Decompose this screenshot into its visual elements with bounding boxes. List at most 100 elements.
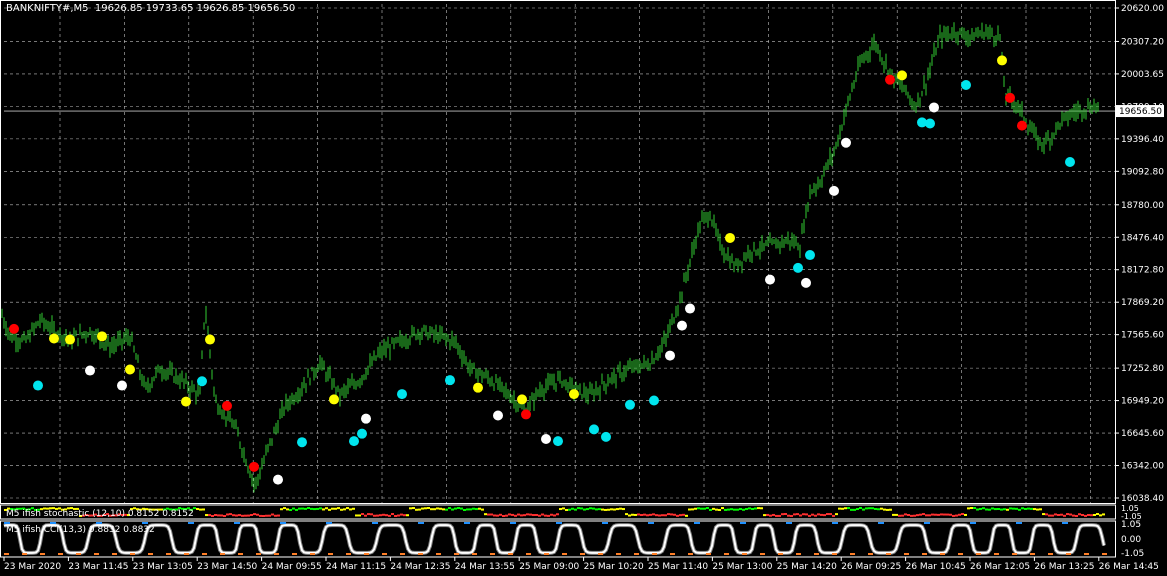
stochastic-segment xyxy=(256,513,259,516)
signal-dot-cyan xyxy=(1065,157,1075,168)
stochastic-segment xyxy=(544,514,547,517)
time-tick-label: 26 Mar 09:25 xyxy=(841,562,901,572)
symbol-label: BANKNIFTY#,M5 xyxy=(6,3,89,14)
signal-dot-white xyxy=(361,413,371,424)
stochastic-segment xyxy=(934,513,937,516)
stochastic-segment xyxy=(1087,514,1090,517)
cci-marker-orange xyxy=(724,553,729,555)
cci-marker-orange xyxy=(220,553,225,555)
signal-dot-cyan xyxy=(445,375,455,386)
stochastic-segment xyxy=(688,508,691,511)
cci-marker-orange xyxy=(472,553,477,555)
stochastic-segment xyxy=(943,513,946,516)
stochastic-segment xyxy=(739,507,742,510)
chart-header: BANKNIFTY#,M5 19626.85 19733.65 19626.85… xyxy=(6,3,295,14)
cci-marker-blue xyxy=(188,522,194,524)
cci-marker-orange xyxy=(436,553,441,555)
stochastic-segment xyxy=(607,508,610,511)
signal-dot-red xyxy=(1005,92,1015,103)
stochastic-segment xyxy=(814,514,817,517)
stochastic-segment xyxy=(469,508,472,511)
stochastic-segment xyxy=(1006,508,1009,511)
stochastic-segment xyxy=(841,507,844,510)
stochastic-segment xyxy=(670,513,673,516)
signal-dot-white xyxy=(841,137,851,148)
signal-dot-white xyxy=(801,277,811,288)
stochastic-segment xyxy=(1039,508,1042,511)
stochastic-segment xyxy=(772,513,775,516)
stochastic-segment xyxy=(604,508,607,511)
signal-dot-red xyxy=(249,461,259,472)
stochastic-segment xyxy=(445,508,448,511)
stochastic-segment xyxy=(289,508,292,511)
cci-marker-orange xyxy=(1084,553,1089,555)
stochastic-segment xyxy=(385,514,388,517)
price-tick-label: 19092.80 xyxy=(1121,167,1164,177)
stochastic-segment xyxy=(982,507,985,510)
stochastic-segment xyxy=(214,513,217,516)
stochastic-segment xyxy=(1078,513,1081,516)
cci-marker-blue xyxy=(694,522,700,524)
stochastic-segment xyxy=(1030,507,1033,510)
stochastic-segment xyxy=(346,507,349,510)
time-tick-label: 25 Mar 09:00 xyxy=(519,562,579,572)
signal-dot-white xyxy=(765,274,775,285)
stochastic-segment xyxy=(418,508,421,511)
stochastic-segment xyxy=(916,514,919,517)
cci-marker-blue xyxy=(418,522,424,524)
stochastic-segment xyxy=(1060,513,1063,516)
stochastic-segment xyxy=(367,513,370,516)
stochastic-segment xyxy=(952,514,955,517)
stochastic-segment xyxy=(571,507,574,510)
cci-marker-blue xyxy=(602,522,608,524)
stochastic-segment xyxy=(373,514,376,517)
stochastic-segment xyxy=(895,513,898,516)
stochastic-segment xyxy=(442,508,445,511)
cci-marker-orange xyxy=(292,553,297,555)
stochastic-segment xyxy=(1027,507,1030,510)
cci-marker-orange xyxy=(976,553,981,555)
stochastic-segment xyxy=(457,507,460,510)
stochastic-segment xyxy=(925,514,928,517)
stochastic-segment xyxy=(1000,508,1003,511)
signal-dot-white xyxy=(273,474,283,485)
stochastic-segment xyxy=(742,508,745,511)
stochastic-segment xyxy=(598,508,601,511)
price-tick-label: 16342.00 xyxy=(1121,462,1164,472)
signal-dot-cyan xyxy=(397,389,407,400)
trading-chart-canvas[interactable]: 20620.0020307.2020003.6519700.1019396.40… xyxy=(0,0,1167,576)
stochastic-segment xyxy=(403,514,406,517)
stochastic-segment xyxy=(340,508,343,511)
stochastic-segment xyxy=(1024,507,1027,510)
current-price-label: 19656.50 xyxy=(1119,107,1162,117)
stochastic-segment xyxy=(505,514,508,517)
stochastic-segment xyxy=(940,513,943,516)
cci-marker-orange xyxy=(4,553,9,555)
stochastic-segment xyxy=(601,508,604,511)
stochastic-segment xyxy=(1015,507,1018,510)
stochastic-segment xyxy=(379,514,382,517)
cci-marker-orange xyxy=(904,553,909,555)
stochastic-segment xyxy=(886,508,889,511)
cci-marker-blue xyxy=(280,522,286,524)
cci-marker-orange xyxy=(490,553,495,555)
stochastic-segment xyxy=(682,513,685,516)
cci-marker-orange xyxy=(22,553,27,555)
cci-marker-orange xyxy=(598,553,603,555)
stochastic-segment xyxy=(202,508,205,511)
signal-dot-cyan xyxy=(33,380,43,391)
stochastic-segment xyxy=(880,507,883,510)
signal-dot-white xyxy=(493,410,503,421)
stochastic-segment xyxy=(286,508,289,511)
stochastic-segment xyxy=(760,507,763,510)
stochastic-segment xyxy=(550,513,553,516)
stochastic-segment xyxy=(229,513,232,516)
stochastic-segment xyxy=(724,508,727,511)
stochastic-segment xyxy=(793,513,796,516)
signal-dot-yellow xyxy=(181,396,191,407)
stochastic-segment xyxy=(268,514,271,517)
stochastic-segment xyxy=(577,507,580,510)
stochastic-segment xyxy=(727,508,730,511)
stochastic-segment xyxy=(316,507,319,510)
time-tick-label: 26 Mar 13:25 xyxy=(1034,562,1094,572)
